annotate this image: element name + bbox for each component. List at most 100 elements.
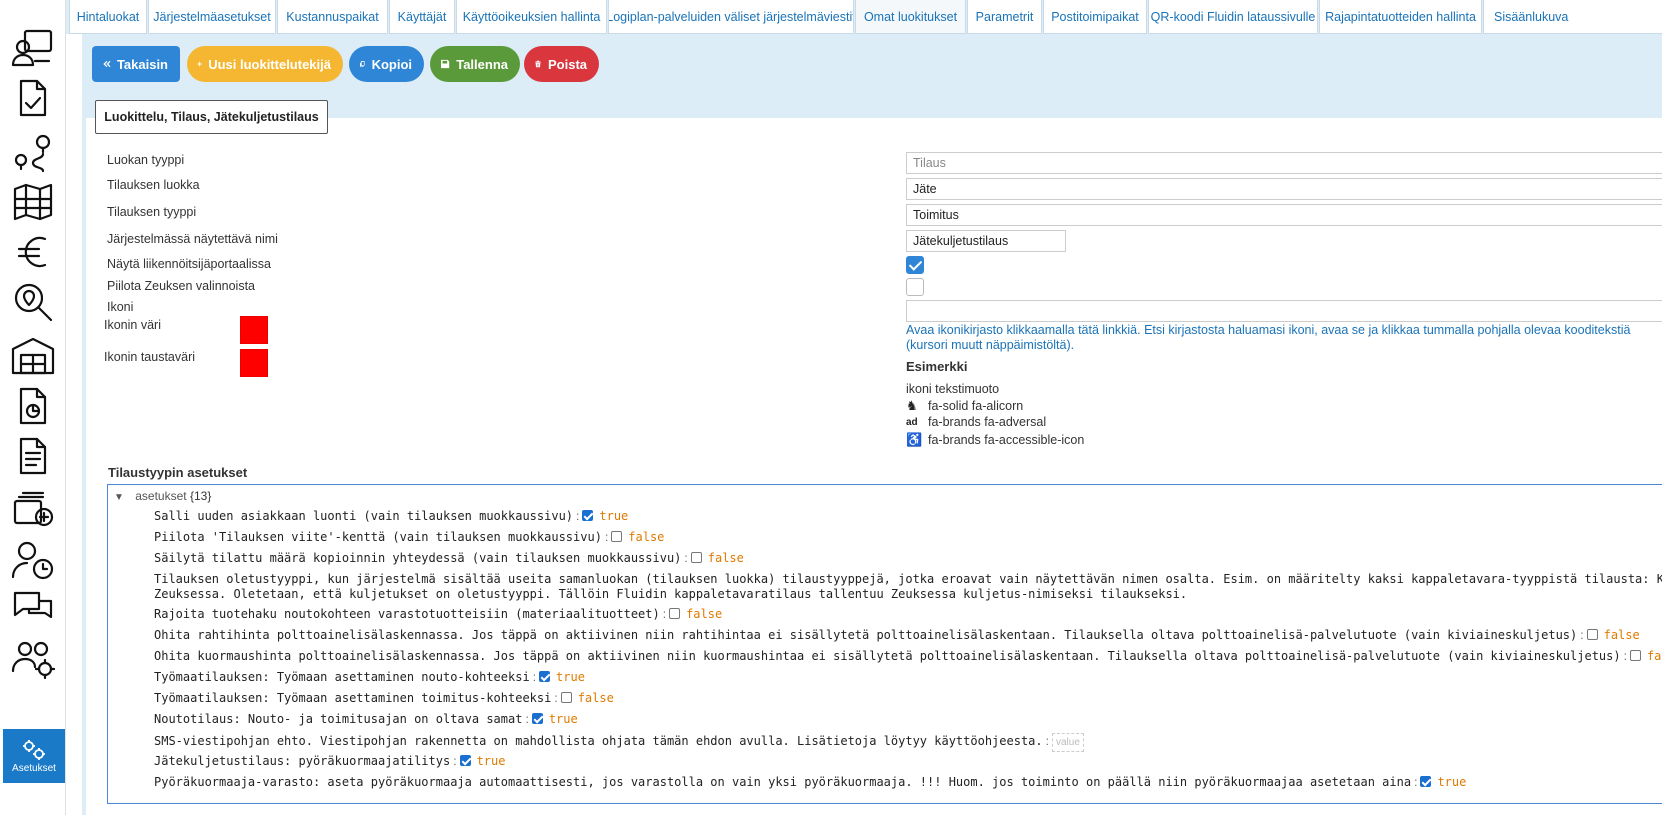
setting-value: true xyxy=(476,754,506,768)
route-icon[interactable] xyxy=(10,131,56,175)
setting-checkbox[interactable] xyxy=(1629,650,1641,661)
icon-bg-swatch[interactable] xyxy=(240,349,268,377)
setting-empty-value[interactable]: value xyxy=(1051,733,1084,752)
map-icon[interactable] xyxy=(10,180,56,224)
tab-sisaanluku[interactable]: Sisäänlukuva xyxy=(1483,0,1662,34)
sidebar: Asetukset xyxy=(0,0,66,815)
chat-icon[interactable] xyxy=(10,586,56,630)
new-classifier-label: Uusi luokittelutekijä xyxy=(208,56,331,72)
setting-label: Jätekuljetustilaus: pyöräkuormaajatility… xyxy=(154,754,451,768)
setting-label: Säilytä tilattu määrä kopioinnin yhteyde… xyxy=(154,551,682,565)
setting-value: true xyxy=(556,670,585,684)
setting-row: Työmaatilauksen: Työmaan asettaminen nou… xyxy=(154,670,585,684)
tab-kustannuspaikat[interactable]: Kustannuspaikat xyxy=(277,0,388,34)
setting-checkbox[interactable] xyxy=(1586,629,1598,640)
order-type-label: Tilauksen tyyppi xyxy=(107,205,197,219)
example-text: fa-brands fa-adversal xyxy=(928,415,1047,429)
settings-json-editor: ▼ asetukset {13} Salli uuden asiakkaan l… xyxy=(107,484,1662,804)
save-button[interactable]: Tallenna xyxy=(430,46,520,82)
icon-color-swatch[interactable] xyxy=(240,316,268,344)
setting-row: Noutotilaus: Nouto- ja toimitusajan on o… xyxy=(154,712,578,726)
back-button-label: Takaisin xyxy=(116,56,168,72)
class-type-field[interactable]: Tilaus xyxy=(906,152,1662,174)
add-order-icon[interactable] xyxy=(10,486,56,530)
setting-row: Tilauksen oletustyyppi, kun järjestelmä … xyxy=(154,572,1662,587)
tab-parametrit[interactable]: Parametrit xyxy=(967,0,1042,34)
sidebar-active-label: Asetukset xyxy=(12,762,56,774)
hide-zeus-checkbox[interactable] xyxy=(906,278,924,296)
report-icon[interactable] xyxy=(10,384,56,428)
setting-row: SMS-viestipohjan ehto. Viestipohjan rake… xyxy=(154,733,1084,752)
user-clock-icon[interactable] xyxy=(10,538,56,582)
show-portal-checkbox[interactable] xyxy=(906,256,924,274)
setting-checkbox[interactable] xyxy=(582,510,594,521)
setting-label: Pyöräkuormaaja-varasto: aseta pyöräkuorm… xyxy=(154,775,1412,789)
back-button[interactable]: Takaisin xyxy=(92,46,180,82)
setting-row: Jätekuljetustilaus: pyöräkuormaajatility… xyxy=(154,754,506,768)
setting-checkbox[interactable] xyxy=(690,552,702,563)
icon-label: Ikoni xyxy=(107,300,134,314)
order-checklist-icon[interactable] xyxy=(10,76,56,120)
example-row: ad fa-brands fa-adversal xyxy=(906,415,1046,429)
collapse-triangle-icon[interactable]: ▼ xyxy=(114,492,124,503)
copy-button[interactable]: Kopioi xyxy=(349,46,424,82)
setting-value: false xyxy=(707,551,744,565)
sidebar-item-settings[interactable]: Asetukset xyxy=(3,729,65,783)
setting-checkbox[interactable] xyxy=(539,671,551,682)
search-location-icon[interactable] xyxy=(10,280,56,324)
copy-button-label: Kopioi xyxy=(371,56,412,72)
setting-label: Työmaatilauksen: Työmaan asettaminen nou… xyxy=(154,670,530,684)
show-portal-label: Näytä liikennöitsijäportaalissa xyxy=(107,257,271,271)
save-button-label: Tallenna xyxy=(456,56,508,72)
example-row: ♿ fa-brands fa-accessible-icon xyxy=(906,432,1084,448)
setting-value: false xyxy=(1603,628,1640,642)
invoice-icon[interactable] xyxy=(10,434,56,478)
tab-rajapintatuotteet[interactable]: Rajapintatuotteiden hallinta xyxy=(1319,0,1482,34)
order-type-field[interactable]: Toimitus xyxy=(906,204,1662,226)
delete-button[interactable]: Poista xyxy=(524,46,599,82)
breadcrumb: Luokittelu, Tilaus, Jätekuljetustilaus xyxy=(95,100,328,134)
class-type-label: Luokan tyyppi xyxy=(107,153,185,167)
tab-postitoimipaikat[interactable]: Postitoimipaikat xyxy=(1043,0,1147,34)
setting-row: Ohita kuormaushinta polttoainelisälasken… xyxy=(154,649,1662,664)
setting-label: Tilauksen oletustyyppi, kun järjestelmä … xyxy=(154,572,1662,586)
setting-checkbox[interactable] xyxy=(531,713,543,724)
tab-kayttooikeudet[interactable]: Käyttöoikeuksien hallinta xyxy=(456,0,607,34)
setting-label: Piilota 'Tilauksen viite'-kenttä (vain t… xyxy=(154,530,602,544)
tab-jarjestelmaasetukset[interactable]: Järjestelmäasetukset xyxy=(148,0,276,34)
setting-label: Noutotilaus: Nouto- ja toimitusajan on o… xyxy=(154,712,523,726)
icon-input[interactable] xyxy=(906,300,1662,322)
setting-value: false xyxy=(577,691,614,705)
new-classifier-button[interactable]: Uusi luokittelutekijä xyxy=(187,46,343,82)
setting-checkbox[interactable] xyxy=(611,531,623,542)
examples-caption-text: ikoni tekstimuoto xyxy=(906,382,1000,396)
setting-checkbox[interactable] xyxy=(459,755,471,766)
tab-omat-luokitukset[interactable]: Omat luokitukset xyxy=(855,0,966,34)
setting-checkbox[interactable] xyxy=(560,692,572,703)
tab-qr-koodi[interactable]: QR-koodi Fluidin lataussivulle xyxy=(1148,0,1318,34)
json-root-node[interactable]: ▼ asetukset {13} xyxy=(114,489,211,503)
setting-label: Rajoita tuotehaku noutokohteen varastotu… xyxy=(154,607,660,621)
order-class-field[interactable]: Jäte xyxy=(906,178,1662,200)
warehouse-icon[interactable] xyxy=(10,334,56,378)
example-row: ♞ fa-solid fa-alicorn xyxy=(906,398,1023,414)
setting-row: Ohita rahtihinta polttoainelisälaskennas… xyxy=(154,628,1640,642)
setting-checkbox[interactable] xyxy=(1420,776,1432,787)
setting-row: Salli uuden asiakkaan luonti (vain tilau… xyxy=(154,509,629,523)
setting-checkbox[interactable] xyxy=(669,608,681,619)
setting-value: false xyxy=(686,607,723,621)
users-settings-icon[interactable] xyxy=(10,636,56,680)
tab-jarjestelmaviestit[interactable]: Logiplan-palveluiden väliset järjestelmä… xyxy=(608,0,854,34)
examples-caption: ikoni tekstimuoto xyxy=(906,382,999,396)
trash-icon xyxy=(535,60,541,68)
customer-screen-icon[interactable] xyxy=(10,26,56,70)
icon-library-link[interactable]: Avaa ikonikirjasto klikkaamalla tätä lin… xyxy=(906,323,1662,353)
accessible-icon: ♿ xyxy=(906,432,923,447)
save-icon xyxy=(441,59,450,69)
tab-kayttajat[interactable]: Käyttäjät xyxy=(389,0,455,34)
setting-value: true xyxy=(1437,775,1467,789)
tab-hintaluokat[interactable]: Hintaluokat xyxy=(69,0,147,34)
display-name-input[interactable]: Jätekuljetustilaus xyxy=(906,230,1066,252)
example-text: fa-solid fa-alicorn xyxy=(928,399,1024,413)
euro-icon[interactable] xyxy=(10,230,56,274)
